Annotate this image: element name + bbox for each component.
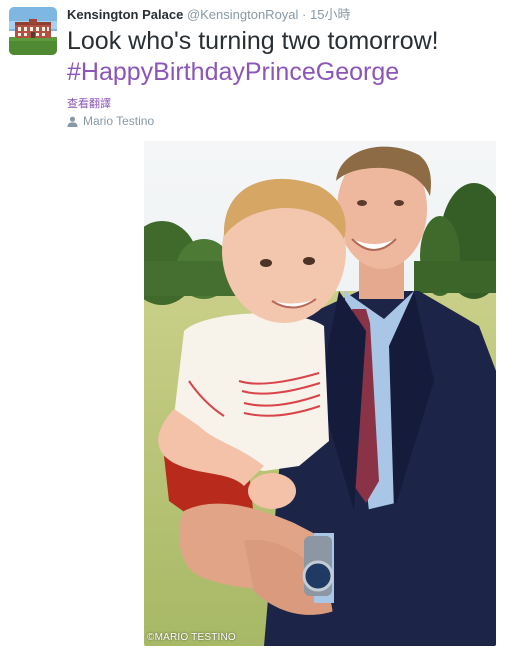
person-icon [67,116,78,127]
tweet-header: Kensington Palace @KensingtonRoyal · 15小… [67,7,350,23]
account-username[interactable]: @KensingtonRoyal [187,7,298,22]
tweet-body-text: Look who's turning two tomorrow! [67,27,439,55]
photo-credit-name: Mario Testino [83,114,155,128]
photo-credit[interactable]: Mario Testino [67,114,154,128]
header-separator: · [302,7,307,22]
tweet-timestamp[interactable]: 15小時 [310,7,350,22]
translate-link[interactable]: 查看翻譯 [67,95,111,111]
kensington-palace-avatar-image [9,7,57,55]
account-fullname[interactable]: Kensington Palace [67,7,183,22]
photo-illustration [144,141,496,646]
tweet-photo[interactable] [144,141,496,646]
profile-avatar[interactable] [9,7,57,55]
hashtag-link[interactable]: #HappyBirthdayPrinceGeorge [67,57,399,88]
tweet-text: Look who's turning two tomorrow! #HappyB… [67,26,512,88]
photo-watermark: ©MARIO TESTINO [147,632,236,643]
